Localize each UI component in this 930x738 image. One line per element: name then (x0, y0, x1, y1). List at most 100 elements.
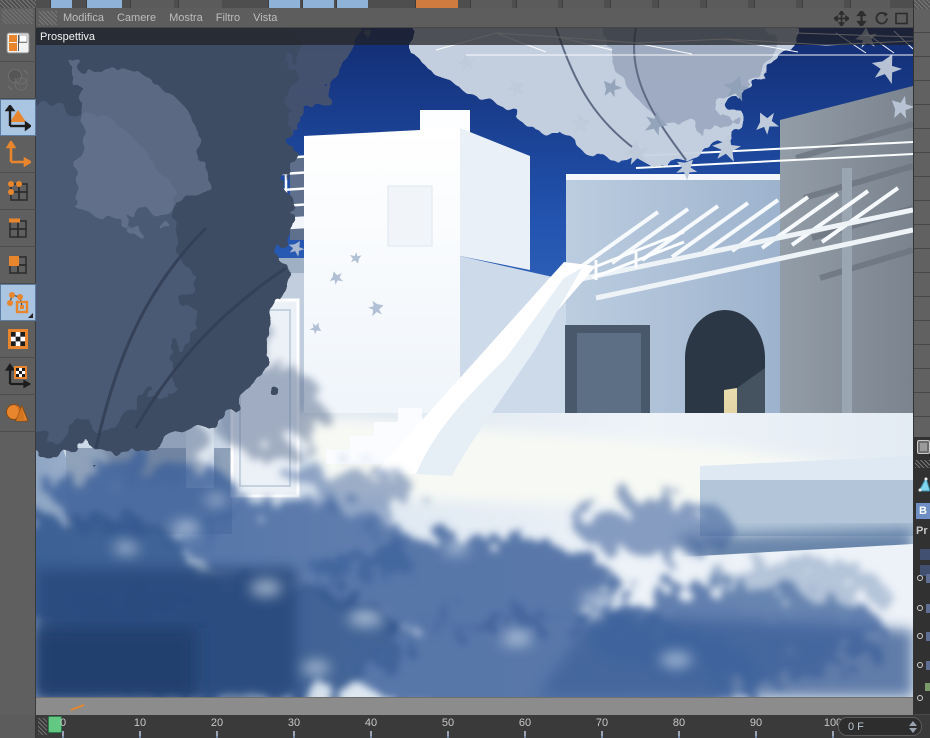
timeline-frame-label: 80 (672, 717, 686, 729)
toolbar-remnant (86, 0, 122, 8)
top-toolbar-clipped (0, 0, 930, 8)
palette-cell[interactable] (914, 81, 930, 105)
timeline-frame-label: 20 (210, 717, 224, 729)
perspective-viewport[interactable]: Prospettiva (36, 28, 913, 715)
timeline-drag-handle[interactable] (38, 718, 47, 735)
toolbar-remnant (802, 0, 844, 8)
option-bullet[interactable] (917, 575, 923, 581)
color-swatch-fragment (925, 683, 930, 691)
toolbar-remnant (470, 0, 512, 8)
pan-icon[interactable] (834, 10, 849, 26)
menu-modifica[interactable]: Modifica (63, 12, 104, 24)
timeline-frame-label: 60 (518, 717, 532, 729)
menu-mostra[interactable]: Mostra (169, 12, 203, 24)
timeline-frame-label: 30 (287, 717, 301, 729)
viewport-title-bar[interactable]: Prospettiva (36, 28, 913, 45)
panel-icon[interactable] (917, 440, 930, 454)
palette-cell[interactable] (914, 345, 930, 369)
frame-spinner[interactable] (909, 720, 921, 733)
model-mode-icon[interactable] (0, 99, 36, 136)
layout-icon[interactable] (0, 25, 36, 62)
timeline-frame-label: 40 (364, 717, 378, 729)
toolbar-remnant (516, 0, 558, 8)
palette-cell[interactable] (914, 177, 930, 201)
toolbar-remnant (754, 0, 796, 8)
tab-basic[interactable]: B (916, 503, 930, 519)
toolbar-remnant (336, 0, 368, 8)
cinema4d-window: Modifica Camere Mostra Filtro Vista Pros… (0, 0, 930, 738)
scene-svg (36, 28, 913, 697)
rotate-icon[interactable] (874, 11, 889, 26)
field-fragment (926, 604, 930, 613)
animation-mode-icon[interactable] (0, 395, 36, 432)
timeline-frame-label: 70 (595, 717, 609, 729)
palette-cell[interactable] (914, 369, 930, 393)
palette-cell[interactable] (914, 9, 930, 33)
palette-cell[interactable] (914, 225, 930, 249)
palette-cell[interactable] (914, 105, 930, 129)
spinner-down-icon[interactable] (909, 727, 917, 733)
palette-cell[interactable] (914, 129, 930, 153)
spinner-up-icon[interactable] (909, 720, 917, 726)
menu-vista[interactable]: Vista (253, 12, 277, 24)
frame-value: 0 F (848, 720, 864, 733)
toolbar-remnant (562, 0, 604, 8)
option-bullet[interactable] (917, 633, 923, 639)
timeline[interactable]: 0 10 20 30 40 50 60 70 80 90 100 0 F (0, 715, 930, 738)
option-bullet[interactable] (917, 605, 923, 611)
maximize-icon[interactable] (894, 11, 909, 26)
toolbar-remnant (850, 0, 890, 8)
current-frame-field[interactable]: 0 F (838, 717, 922, 736)
palette-cell[interactable] (914, 249, 930, 273)
palette-cell[interactable] (914, 273, 930, 297)
texture-mode-icon[interactable] (0, 321, 36, 358)
toolbar-remnant (130, 0, 174, 8)
right-panel-clipped: B Pr (913, 0, 930, 738)
cone-object-icon[interactable] (917, 477, 930, 493)
panel-drag-handle[interactable] (915, 460, 930, 468)
timeline-frame-label: 50 (441, 717, 455, 729)
toolbar-remnant (706, 0, 748, 8)
field-fragment (920, 549, 930, 560)
viewport-label: Prospettiva (40, 30, 96, 43)
flyout-indicator (28, 313, 33, 318)
timeline-left-spacer (0, 715, 36, 738)
timeline-frame-label: 0 (59, 717, 67, 729)
palette-cell[interactable] (914, 33, 930, 57)
toolbar-remnant (658, 0, 700, 8)
rendered-scene[interactable]: Prospettiva (36, 28, 913, 697)
toolbar-remnant (50, 0, 72, 8)
palette-cell[interactable] (914, 201, 930, 225)
field-fragment (926, 661, 930, 670)
point-mode-icon[interactable] (0, 173, 36, 210)
axis-mode-icon[interactable] (0, 136, 36, 173)
field-fragment (926, 574, 930, 583)
palette-cell[interactable] (914, 393, 930, 417)
polygon-mode-icon[interactable] (0, 247, 36, 284)
menu-items: Modifica Camere Mostra Filtro Vista (63, 12, 290, 24)
timeline-frame-label: 10 (133, 717, 147, 729)
object-mode-icon[interactable] (0, 284, 36, 321)
menu-filtro[interactable]: Filtro (216, 12, 240, 24)
timeline-frame-label: 90 (749, 717, 763, 729)
menubar-drag-handle[interactable] (39, 10, 57, 25)
viewport-controls (834, 8, 909, 28)
toolbar-remnant (302, 0, 334, 8)
attribute-manager-clipped: B Pr (914, 437, 930, 738)
palette-cell[interactable] (914, 57, 930, 81)
panel-drag-handle[interactable] (914, 0, 930, 9)
toolbar-drag-handle[interactable] (2, 9, 33, 24)
axis-indicator-icon (70, 704, 85, 711)
toolbar-remnant (415, 0, 458, 8)
menu-camere[interactable]: Camere (117, 12, 156, 24)
edge-mode-icon[interactable] (0, 210, 36, 247)
dolly-icon[interactable] (854, 10, 869, 26)
option-bullet[interactable] (917, 662, 923, 668)
viewport-menubar: Modifica Camere Mostra Filtro Vista (36, 8, 913, 28)
option-bullet[interactable] (917, 695, 923, 701)
mode-toolbar (0, 8, 36, 738)
palette-cell[interactable] (914, 297, 930, 321)
palette-cell[interactable] (914, 153, 930, 177)
texture-axis-mode-icon[interactable] (0, 358, 36, 395)
palette-cell[interactable] (914, 321, 930, 345)
